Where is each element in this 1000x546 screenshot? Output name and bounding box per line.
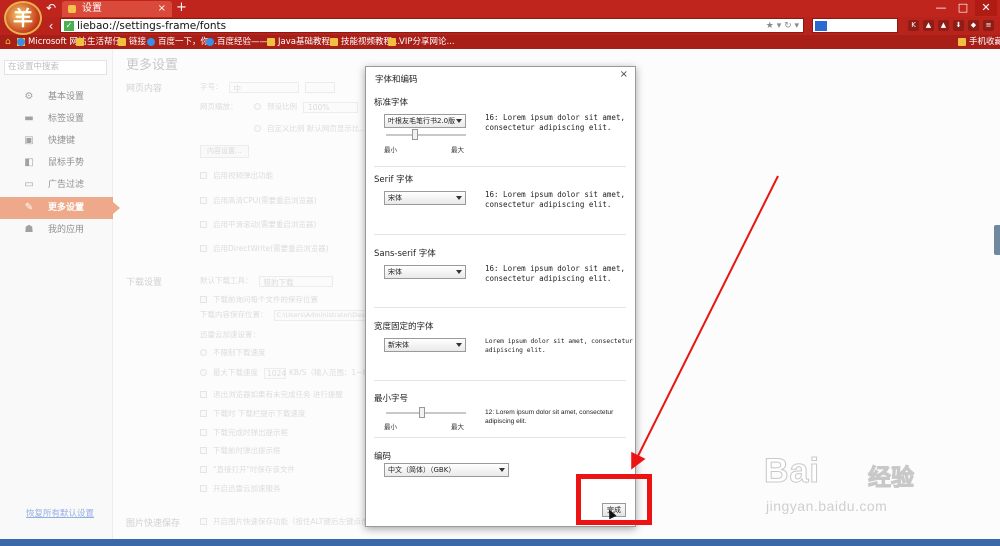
serif-font-sample: 16: Lorem ipsum dolor sit amet, consecte… bbox=[485, 190, 625, 209]
extension-k-icon[interactable]: K bbox=[908, 20, 919, 31]
lock-icon-2[interactable]: ▲ bbox=[938, 20, 949, 31]
slider-min-label: 最小 bbox=[384, 146, 397, 154]
bookmark-item[interactable]: 百度经验——... bbox=[206, 35, 276, 49]
address-row: ‹ ✓ liebao://settings-frame/fonts ★ ▾ ↻ … bbox=[0, 17, 1000, 35]
baidu-icon bbox=[206, 38, 214, 46]
tab-settings[interactable]: 设置 × bbox=[62, 1, 172, 17]
os-taskbar bbox=[0, 539, 1000, 546]
back-arrow-icon[interactable]: ‹ bbox=[44, 18, 58, 34]
chevron-down-icon bbox=[456, 196, 462, 200]
tab-close-icon[interactable]: × bbox=[158, 1, 166, 17]
fixed-font-select[interactable]: 新宋体 bbox=[384, 338, 466, 352]
close-icon[interactable]: × bbox=[620, 69, 628, 80]
browser-window: ↶ 设置 × + — □ ✕ 羊 ‹ ✓ liebao://settings-f… bbox=[0, 0, 1000, 546]
standard-font-select[interactable]: 叶根友毛笔行书2.0版 bbox=[384, 114, 466, 128]
maximize-button[interactable]: □ bbox=[952, 0, 974, 16]
folder-icon bbox=[958, 38, 966, 46]
sans-font-label: Sans-serif 字体 bbox=[374, 249, 436, 259]
folder-icon bbox=[118, 38, 126, 46]
bookmark-item[interactable]: 链接 bbox=[118, 35, 146, 49]
min-size-label: 最小字号 bbox=[374, 394, 409, 404]
slider-thumb[interactable] bbox=[412, 129, 418, 140]
menu-icon[interactable]: ≡ bbox=[983, 20, 994, 31]
folder-icon bbox=[76, 38, 84, 46]
home-icon[interactable]: ⌂ bbox=[5, 35, 11, 49]
chevron-down-icon bbox=[499, 468, 505, 472]
search-engine-icon[interactable] bbox=[815, 21, 827, 31]
search-engine-box[interactable] bbox=[812, 18, 898, 33]
standard-font-section: 标准字体 叶根友毛笔行书2.0版 16: Lorem ipsum dolor s… bbox=[374, 96, 626, 167]
encoding-select[interactable]: 中文（简体）（GBK） bbox=[384, 463, 509, 477]
watermark-brand-cn: 经验 bbox=[868, 465, 915, 492]
standard-font-label: 标准字体 bbox=[374, 98, 409, 108]
sans-font-sample: 16: Lorem ipsum dolor sit amet, consecte… bbox=[485, 264, 625, 283]
standard-font-sample: 16: Lorem ipsum dolor sit amet, consecte… bbox=[485, 113, 625, 132]
address-bar-icons[interactable]: ★ ▾ ↻ ▾ bbox=[766, 19, 799, 33]
serif-font-section: Serif 字体 宋体 16: Lorem ipsum dolor sit am… bbox=[374, 173, 626, 235]
undo-close-tab-icon[interactable]: ↶ bbox=[44, 0, 58, 16]
dialog-title: 字体和编码 bbox=[375, 75, 418, 85]
side-scroll-tab[interactable] bbox=[994, 225, 1000, 255]
title-bar: ↶ 设置 × + — □ ✕ bbox=[0, 0, 1000, 17]
standard-size-slider[interactable] bbox=[386, 129, 466, 140]
close-window-button[interactable]: ✕ bbox=[975, 0, 997, 16]
chevron-down-icon bbox=[456, 343, 462, 347]
fixed-font-sample: Lorem ipsum dolor sit amet, consectetur … bbox=[485, 338, 633, 354]
download-icon[interactable]: ⬇ bbox=[953, 20, 964, 31]
min-size-slider[interactable] bbox=[386, 407, 466, 418]
page-icon bbox=[267, 38, 275, 46]
slider-thumb[interactable] bbox=[419, 407, 425, 418]
baidu-icon bbox=[147, 38, 155, 46]
settings-tab-icon bbox=[68, 5, 76, 13]
encoding-label: 编码 bbox=[374, 452, 392, 462]
sans-font-select[interactable]: 宋体 bbox=[384, 265, 466, 279]
chevron-down-icon bbox=[456, 119, 462, 123]
serif-font-label: Serif 字体 bbox=[374, 175, 414, 185]
url-text[interactable]: liebao://settings-frame/fonts bbox=[77, 19, 226, 33]
fixed-font-label: 宽度固定的字体 bbox=[374, 322, 434, 332]
fixed-font-section: 宽度固定的字体 新宋体 Lorem ipsum dolor sit amet, … bbox=[374, 320, 633, 381]
chevron-down-icon bbox=[456, 270, 462, 274]
min-size-sample: 12: Lorem ipsum dolor sit amet, consecte… bbox=[485, 409, 614, 425]
secure-check-icon: ✓ bbox=[64, 21, 74, 31]
page-icon bbox=[330, 38, 338, 46]
game-icon[interactable]: ◆ bbox=[968, 20, 979, 31]
bookmark-item[interactable]: VIP分享网论... bbox=[388, 35, 455, 49]
lock-icon[interactable]: ▲ bbox=[923, 20, 934, 31]
bookmark-mobile[interactable]: 手机收藏 bbox=[958, 35, 1000, 49]
highlight-box bbox=[576, 474, 652, 525]
slider-min-label: 最小 bbox=[384, 423, 397, 431]
slider-max-label: 最大 bbox=[451, 423, 464, 431]
bookmarks-bar: ⌂ Microsoft 网站 生活帮仔 链接 百度一下，你... 百度经验——.… bbox=[0, 35, 1000, 49]
minimize-button[interactable]: — bbox=[930, 0, 952, 16]
bookmark-item[interactable]: 生活帮仔 bbox=[76, 35, 121, 49]
sans-font-section: Sans-serif 字体 宋体 16: Lorem ipsum dolor s… bbox=[374, 247, 626, 308]
serif-font-select[interactable]: 宋体 bbox=[384, 191, 466, 205]
watermark-brand: Bai bbox=[764, 452, 820, 491]
fonts-encoding-dialog: 字体和编码 × 标准字体 叶根友毛笔行书2.0版 16: Lorem ipsum… bbox=[365, 66, 636, 527]
tab-title: 设置 bbox=[82, 3, 102, 14]
globe-icon bbox=[17, 38, 25, 46]
baidu-jingyan-watermark: Bai 经验 jingyan.baidu.com bbox=[756, 452, 956, 522]
liebao-logo[interactable]: 羊 bbox=[4, 1, 42, 35]
min-size-section: 最小字号 最小 最大 12: Lorem ipsum dolor sit ame… bbox=[374, 392, 626, 438]
address-bar[interactable]: ✓ liebao://settings-frame/fonts ★ ▾ ↻ ▾ bbox=[60, 18, 804, 33]
vip-icon bbox=[388, 38, 396, 46]
slider-max-label: 最大 bbox=[451, 146, 464, 154]
new-tab-button[interactable]: + bbox=[176, 0, 187, 16]
watermark-url: jingyan.baidu.com bbox=[766, 498, 888, 514]
bookmark-item[interactable]: Java基础教程... bbox=[267, 35, 338, 49]
